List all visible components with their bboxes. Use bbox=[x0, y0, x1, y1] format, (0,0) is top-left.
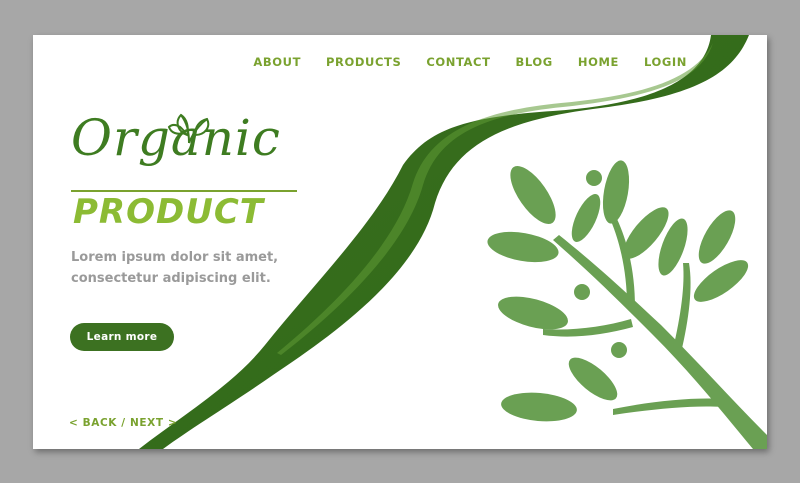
nav-blog[interactable]: BLOG bbox=[516, 55, 553, 69]
back-link[interactable]: < BACK bbox=[69, 417, 117, 429]
nav-login[interactable]: LOGIN bbox=[644, 55, 687, 69]
top-nav: ABOUT PRODUCTS CONTACT BLOG HOME LOGIN bbox=[253, 55, 687, 69]
nav-contact[interactable]: CONTACT bbox=[426, 55, 490, 69]
pager: < BACK / NEXT > bbox=[69, 417, 177, 429]
logo-product-text: PRODUCT bbox=[73, 192, 264, 232]
logo-organic-text: Organic bbox=[71, 109, 281, 167]
tagline-line-2: consectetur adipiscing elit. bbox=[71, 271, 271, 286]
learn-more-button[interactable]: Learn more bbox=[70, 323, 174, 351]
nav-about[interactable]: ABOUT bbox=[253, 55, 301, 69]
landing-page: ABOUT PRODUCTS CONTACT BLOG HOME LOGIN O… bbox=[33, 35, 767, 449]
nav-products[interactable]: PRODUCTS bbox=[326, 55, 401, 69]
pager-separator: / bbox=[121, 417, 126, 429]
hero-tagline: Lorem ipsum dolor sit amet, consectetur … bbox=[71, 247, 321, 289]
green-wave-ribbon bbox=[139, 35, 749, 449]
tagline-line-1: Lorem ipsum dolor sit amet, bbox=[71, 250, 279, 265]
green-wave-and-branch-art bbox=[139, 35, 767, 449]
next-link[interactable]: NEXT > bbox=[130, 417, 177, 429]
organic-product-logo: Organic PRODUCT bbox=[71, 109, 303, 237]
nav-home[interactable]: HOME bbox=[578, 55, 619, 69]
plant-branch-illustration bbox=[487, 160, 767, 449]
